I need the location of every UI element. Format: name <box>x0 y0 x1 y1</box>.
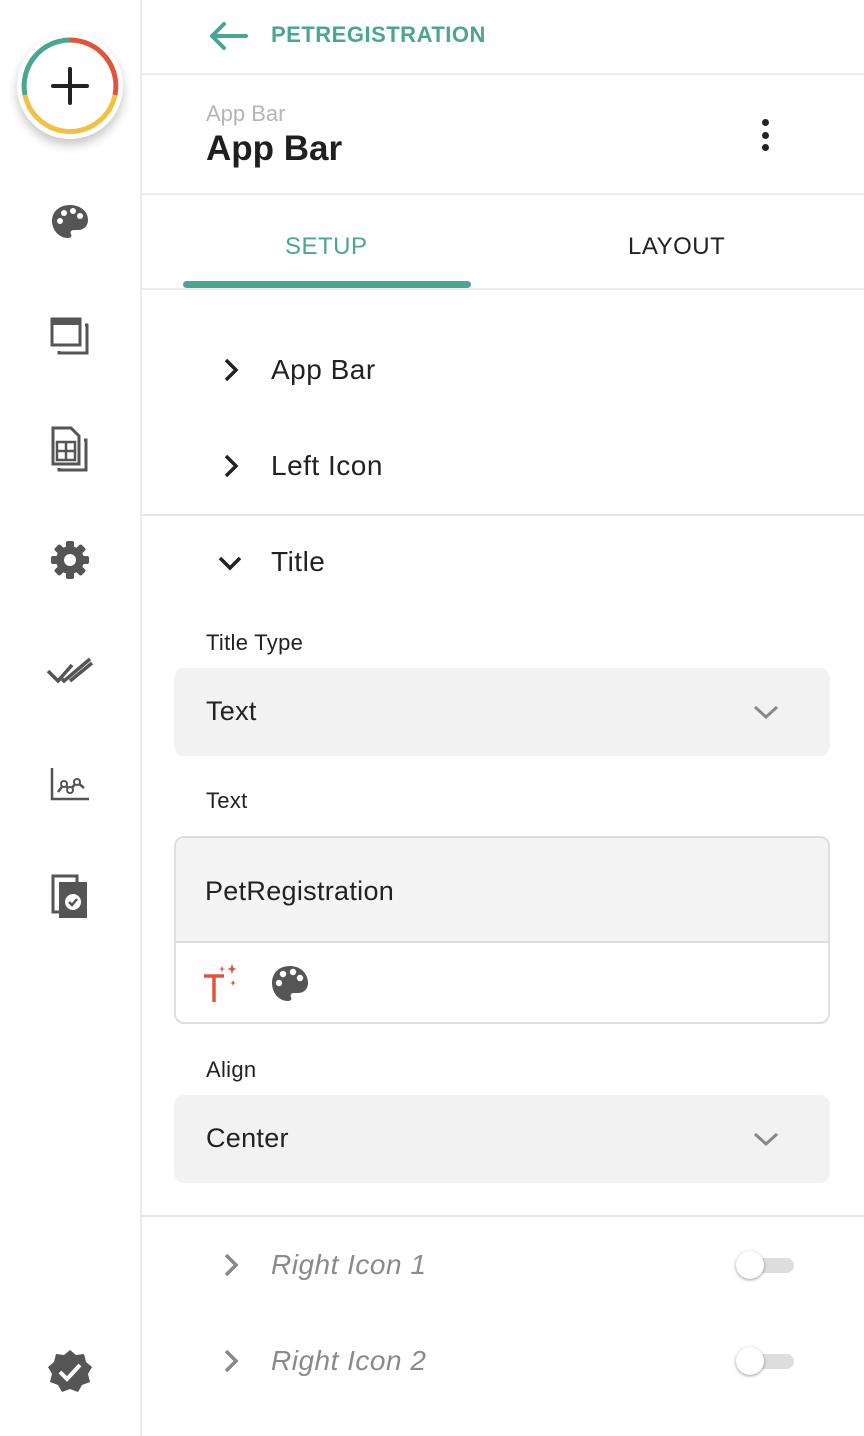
dynamic-text-icon[interactable] <box>200 962 244 1006</box>
more-options-icon[interactable] <box>750 115 780 155</box>
align-value: Center <box>206 1123 289 1153</box>
chevron-down-icon <box>218 556 242 571</box>
tab-bar: SETUP LAYOUT <box>142 195 864 290</box>
component-header: App Bar App Bar <box>142 75 864 195</box>
section-label: Left Icon <box>271 450 383 481</box>
chevron-right-icon <box>224 1349 239 1373</box>
component-type-label: App Bar <box>206 101 286 126</box>
component-title: App Bar <box>206 129 343 168</box>
back-arrow-icon[interactable] <box>206 18 250 54</box>
align-label: Align <box>206 1057 257 1082</box>
text-field-label: Text <box>206 788 248 813</box>
right-icon-2-toggle[interactable] <box>736 1347 796 1375</box>
tab-setup[interactable]: SETUP <box>285 233 368 261</box>
title-text-editor: PetRegistration <box>174 836 830 1024</box>
chevron-down-icon <box>753 1132 779 1147</box>
title-type-value: Text <box>206 696 257 726</box>
section-label: Title <box>271 546 326 577</box>
section-app-bar[interactable]: App Bar <box>142 340 864 400</box>
chevron-down-icon <box>753 705 779 720</box>
verified-badge-icon[interactable] <box>44 1346 96 1398</box>
section-left-icon[interactable]: Left Icon <box>142 436 864 496</box>
title-text-input[interactable]: PetRegistration <box>176 838 828 943</box>
plus-icon <box>21 37 119 134</box>
title-type-select[interactable]: Text <box>174 668 830 756</box>
data-table-icon[interactable] <box>44 422 96 474</box>
palette-icon[interactable] <box>268 962 312 1006</box>
section-label: Right Icon 2 <box>271 1345 427 1376</box>
section-label: App Bar <box>271 354 376 385</box>
section-label: Right Icon 1 <box>271 1249 427 1280</box>
add-button[interactable] <box>17 33 123 139</box>
active-tab-indicator <box>183 281 471 288</box>
divider <box>142 514 864 516</box>
chevron-right-icon <box>224 454 239 478</box>
palette-icon[interactable] <box>44 196 96 248</box>
screens-icon[interactable] <box>44 310 96 362</box>
right-icon-1-toggle[interactable] <box>736 1251 796 1279</box>
section-title[interactable]: Title <box>142 532 864 592</box>
tab-layout[interactable]: LAYOUT <box>628 233 725 261</box>
align-select[interactable]: Center <box>174 1095 830 1183</box>
back-link-label[interactable]: PETREGISTRATION <box>271 22 486 48</box>
chevron-right-icon <box>224 358 239 382</box>
title-text-value: PetRegistration <box>205 876 395 906</box>
title-type-label: Title Type <box>206 630 304 655</box>
top-bar: PETREGISTRATION <box>142 0 864 75</box>
double-check-icon[interactable] <box>44 646 96 698</box>
analytics-icon[interactable] <box>44 758 96 810</box>
gear-icon[interactable] <box>44 534 96 586</box>
divider <box>142 1215 864 1217</box>
chevron-right-icon <box>224 1253 239 1277</box>
left-rail <box>0 0 142 1436</box>
publish-document-icon[interactable] <box>44 870 96 922</box>
